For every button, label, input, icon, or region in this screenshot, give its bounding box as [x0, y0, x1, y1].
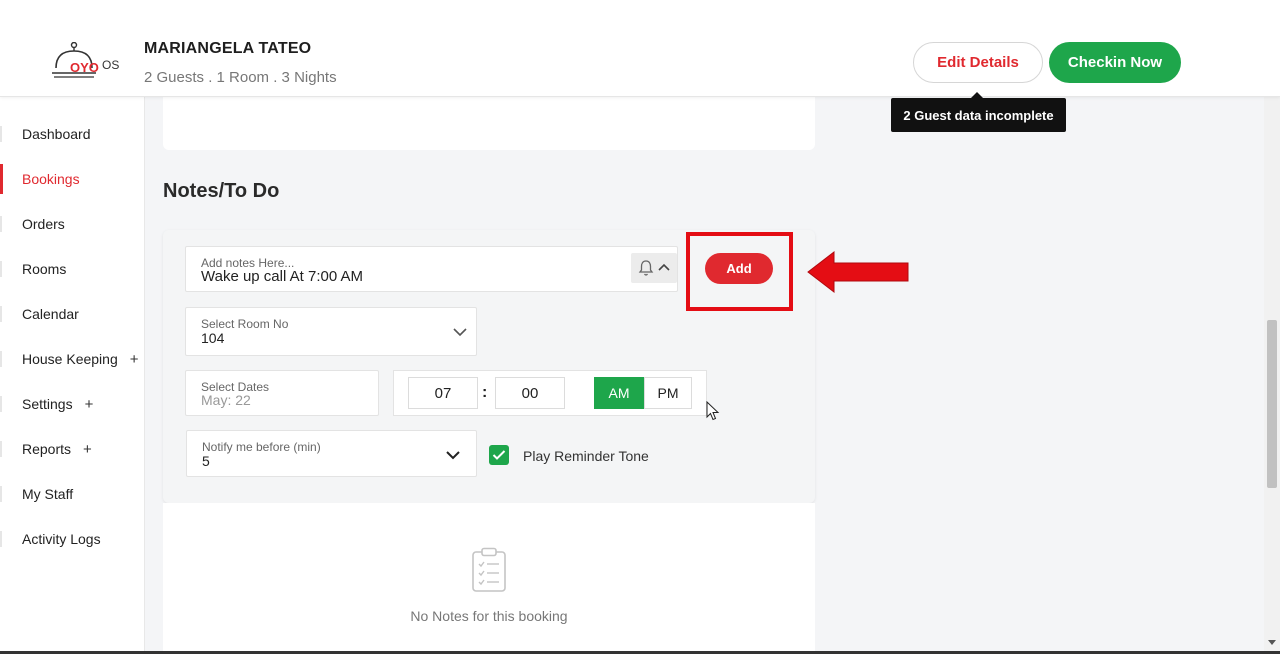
oyo-os-logo[interactable]: OYO OS — [50, 42, 122, 84]
notify-before-select[interactable]: Notify me before (min) 5 — [186, 430, 477, 477]
sidebar: Dashboard Bookings Orders Rooms Calendar… — [0, 96, 145, 654]
bell-icon — [638, 260, 654, 276]
checkmark-icon — [492, 450, 506, 460]
reminder-toggle[interactable] — [631, 253, 677, 283]
clipboard-icon — [472, 547, 506, 592]
chevron-down-icon — [453, 328, 467, 337]
room-select-label: Select Room No — [201, 317, 289, 331]
guest-name: MARIANGELA TATEO — [144, 40, 312, 57]
notify-before-value: 5 — [202, 453, 210, 469]
scrollbar-thumb[interactable] — [1267, 320, 1277, 488]
room-select-value: 104 — [201, 330, 225, 346]
note-input[interactable]: Add notes Here... Wake up call At 7:00 A… — [185, 246, 678, 292]
sidebar-item-label: Calendar — [22, 306, 79, 322]
edit-details-button[interactable]: Edit Details — [913, 42, 1043, 83]
note-input-value: Wake up call At 7:00 AM — [201, 268, 364, 285]
checkin-now-button[interactable]: Checkin Now — [1049, 42, 1181, 83]
minute-input[interactable]: 00 — [495, 377, 565, 409]
notify-before-label: Notify me before (min) — [202, 440, 321, 454]
sidebar-item-activity-logs[interactable]: Activity Logs — [0, 524, 144, 554]
sidebar-item-orders[interactable]: Orders — [0, 209, 144, 239]
sidebar-item-dashboard[interactable]: Dashboard — [0, 119, 144, 149]
sidebar-item-label: Rooms — [22, 261, 67, 277]
sidebar-item-rooms[interactable]: Rooms — [0, 254, 144, 284]
highlight-annotation-box — [686, 232, 793, 311]
left-arrow-annotation-icon — [807, 250, 909, 294]
play-reminder-label: Play Reminder Tone — [523, 448, 649, 464]
chevron-down-icon — [446, 451, 460, 460]
date-picker[interactable]: Select Dates May: 22 — [185, 370, 379, 416]
expand-plus-icon[interactable]: + — [83, 441, 92, 458]
top-header: OYO OS MARIANGELA TATEO 2 Guests . 1 Roo… — [0, 0, 1280, 97]
sidebar-item-house-keeping[interactable]: House Keeping + — [0, 344, 144, 374]
chevron-up-icon — [658, 263, 670, 271]
room-select[interactable]: Select Room No 104 — [185, 307, 477, 356]
hour-input[interactable]: 07 — [408, 377, 478, 409]
sidebar-item-label: My Staff — [22, 486, 74, 502]
scroll-down-arrow-icon[interactable] — [1268, 640, 1276, 645]
sidebar-item-label: Bookings — [22, 171, 80, 187]
guest-data-tooltip: 2 Guest data incomplete — [891, 92, 1066, 132]
booking-summary: 2 Guests . 1 Room . 3 Nights — [144, 69, 337, 86]
date-picker-value: May: 22 — [201, 392, 251, 408]
sidebar-item-label: House Keeping — [22, 351, 118, 367]
notes-section-title: Notes/To Do — [163, 180, 280, 202]
sidebar-item-label: Orders — [22, 216, 65, 232]
sidebar-item-label: Dashboard — [22, 126, 91, 142]
logo-text: OYO — [70, 60, 99, 75]
pm-toggle[interactable]: PM — [644, 377, 692, 409]
sidebar-item-label: Activity Logs — [22, 531, 101, 547]
empty-notes-message: No Notes for this booking — [410, 608, 568, 624]
sidebar-item-my-staff[interactable]: My Staff — [0, 479, 144, 509]
time-separator: : — [482, 384, 488, 401]
sidebar-item-label: Reports — [22, 441, 72, 457]
mouse-cursor-icon — [706, 401, 720, 421]
play-reminder-checkbox[interactable] — [489, 445, 509, 465]
expand-plus-icon[interactable]: + — [130, 351, 139, 368]
previous-section-card — [163, 96, 815, 150]
sidebar-item-bookings[interactable]: Bookings — [0, 164, 144, 194]
sidebar-item-settings[interactable]: Settings + — [0, 389, 144, 419]
sidebar-item-reports[interactable]: Reports + — [0, 434, 144, 464]
sidebar-item-calendar[interactable]: Calendar — [0, 299, 144, 329]
sidebar-item-label: Settings — [22, 396, 73, 412]
expand-plus-icon[interactable]: + — [85, 396, 94, 413]
logo-suffix: OS — [102, 58, 119, 72]
am-toggle[interactable]: AM — [594, 377, 644, 409]
